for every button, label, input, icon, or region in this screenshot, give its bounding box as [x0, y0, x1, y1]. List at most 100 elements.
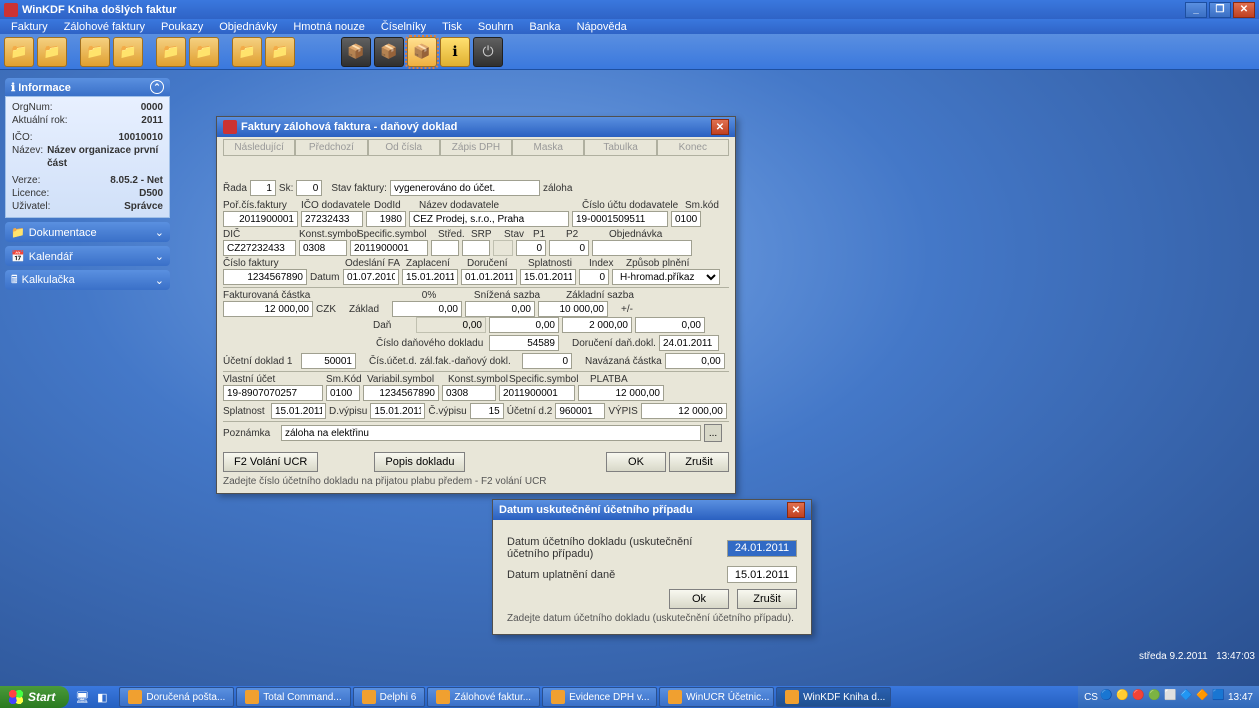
zaplaceni-input[interactable]	[402, 269, 458, 285]
tray-icon-6[interactable]: 🔷	[1180, 690, 1194, 704]
tray-icon-1[interactable]: 🔵	[1100, 690, 1114, 704]
ico-dodavatele-input[interactable]	[301, 211, 363, 227]
sk-input[interactable]	[296, 180, 322, 196]
stred-input[interactable]	[431, 240, 459, 256]
datum-zrusit-button[interactable]: Zrušit	[737, 589, 797, 609]
index-input[interactable]	[579, 269, 609, 285]
tool-btn-box-1[interactable]: 📦	[341, 37, 371, 67]
tool-btn-4[interactable]: 📁	[113, 37, 143, 67]
odeslani-input[interactable]	[343, 269, 399, 285]
tool-btn-power[interactable]: ⏻	[473, 37, 503, 67]
poznamka-input[interactable]	[281, 425, 701, 441]
stav-faktury-input[interactable]	[390, 180, 540, 196]
tool-btn-6[interactable]: 📁	[189, 37, 219, 67]
splatnost-input[interactable]	[520, 269, 576, 285]
por-cislo-input[interactable]	[223, 211, 298, 227]
doruceni-input[interactable]	[461, 269, 517, 285]
datum-uplatneni-dane-input[interactable]	[727, 566, 797, 583]
tool-btn-box-3[interactable]: 📦	[407, 37, 437, 67]
task-delphi[interactable]: Delphi 6	[353, 687, 426, 707]
dan-1[interactable]	[489, 317, 559, 333]
menu-souhrn[interactable]: Souhrn	[470, 21, 521, 33]
p2-input[interactable]	[549, 240, 589, 256]
zpusob-plneni-select[interactable]: H-hromad.příkaz	[612, 269, 720, 285]
minimize-button[interactable]: _	[1185, 2, 1207, 18]
tab-zapis-dph[interactable]: Zápis DPH	[440, 139, 512, 156]
tool-btn-8[interactable]: 📁	[265, 37, 295, 67]
menu-zalohove[interactable]: Zálohové faktury	[56, 21, 153, 33]
lang-indicator[interactable]: CS	[1084, 692, 1098, 703]
menu-objednavky[interactable]: Objednávky	[211, 21, 285, 33]
zaklad-2[interactable]	[538, 301, 608, 317]
menu-banka[interactable]: Banka	[521, 21, 568, 33]
sidebar-info-header[interactable]: ℹ Informace ⌃	[5, 78, 170, 96]
srp-input[interactable]	[462, 240, 490, 256]
doruceni-dan-dokl-input[interactable]	[659, 335, 719, 351]
fakturovana-input[interactable]	[223, 301, 313, 317]
tab-predchozi[interactable]: Předchozí	[295, 139, 367, 156]
tool-btn-box-2[interactable]: 📦	[374, 37, 404, 67]
task-dorucena-posta[interactable]: Doručená pošta...	[119, 687, 234, 707]
tool-btn-2[interactable]: 📁	[37, 37, 67, 67]
konst-symbol-input[interactable]	[299, 240, 347, 256]
menu-faktury[interactable]: Faktury	[3, 21, 56, 33]
menu-hmotna[interactable]: Hmotná nouze	[285, 21, 373, 33]
sidebar-kalkulacka[interactable]: 🖩Kalkulačka ⌄	[5, 270, 170, 290]
vypis-input[interactable]	[641, 403, 727, 419]
rada-input[interactable]	[250, 180, 276, 196]
vlastni-ucet-input[interactable]	[223, 385, 323, 401]
menu-napoveda[interactable]: Nápověda	[569, 21, 635, 33]
variabil-symbol-input[interactable]	[363, 385, 439, 401]
menu-tisk[interactable]: Tisk	[434, 21, 470, 33]
poznamka-expand-button[interactable]: ...	[704, 424, 722, 442]
task-total-commander[interactable]: Total Command...	[236, 687, 350, 707]
tool-btn-7[interactable]: 📁	[232, 37, 262, 67]
tray-clock[interactable]: 13:47	[1228, 692, 1253, 703]
smkod2-input[interactable]	[326, 385, 360, 401]
tray-icon-4[interactable]: 🟢	[1148, 690, 1162, 704]
dialog-datum-close-button[interactable]: ✕	[787, 502, 805, 518]
p1-input[interactable]	[516, 240, 546, 256]
tab-maska[interactable]: Maska	[512, 139, 584, 156]
tab-nasledujici[interactable]: Následující	[223, 139, 295, 156]
dialog-datum-title-bar[interactable]: Datum uskutečnění účetního případu ✕	[493, 500, 811, 520]
tab-od-cisla[interactable]: Od čísla	[368, 139, 440, 156]
sidebar-dokumentace[interactable]: 📁Dokumentace ⌄	[5, 222, 170, 242]
datum-ok-button[interactable]: Ok	[669, 589, 729, 609]
tool-btn-info[interactable]: ℹ	[440, 37, 470, 67]
objednavka-input[interactable]	[592, 240, 692, 256]
tool-btn-3[interactable]: 📁	[80, 37, 110, 67]
menu-poukazy[interactable]: Poukazy	[153, 21, 211, 33]
cislo-uctu-input[interactable]	[572, 211, 668, 227]
cislo-dan-dokladu-input[interactable]	[489, 335, 559, 351]
c-vypisu-input[interactable]	[470, 403, 504, 419]
d-vypisu-input[interactable]	[370, 403, 425, 419]
navazana-castka-input[interactable]	[665, 353, 725, 369]
specific-symbol-input[interactable]	[350, 240, 428, 256]
tool-btn-1[interactable]: 📁	[4, 37, 34, 67]
tray-icon-8[interactable]: 🟦	[1212, 690, 1226, 704]
zaklad-0[interactable]	[392, 301, 462, 317]
ucetni-d2-input[interactable]	[555, 403, 605, 419]
tool-btn-5[interactable]: 📁	[156, 37, 186, 67]
dic-input[interactable]	[223, 240, 296, 256]
task-winucr[interactable]: WinUCR Účetnic...	[659, 687, 774, 707]
tray-icon-5[interactable]: ⬜	[1164, 690, 1178, 704]
tab-konec[interactable]: Konec	[657, 139, 729, 156]
task-evidence-dph[interactable]: Evidence DPH v...	[542, 687, 657, 707]
task-zalohove[interactable]: Zálohové faktur...	[427, 687, 540, 707]
ucetni-doklad-1-input[interactable]	[301, 353, 356, 369]
ok-button[interactable]: OK	[606, 452, 666, 472]
task-winkdf[interactable]: WinKDF Kniha d...	[776, 687, 891, 707]
cislo-faktury-input[interactable]	[223, 269, 307, 285]
platba-input[interactable]	[578, 385, 664, 401]
dialog-close-button[interactable]: ✕	[711, 119, 729, 135]
popis-dokladu-button[interactable]: Popis dokladu	[374, 452, 465, 472]
nazev-dodavatele-input[interactable]	[409, 211, 569, 227]
specific-symbol2-input[interactable]	[499, 385, 575, 401]
tray-icon-2[interactable]: 🟡	[1116, 690, 1130, 704]
tray-icon-7[interactable]: 🔶	[1196, 690, 1210, 704]
tray-icon-3[interactable]: 🔴	[1132, 690, 1146, 704]
restore-button[interactable]: ❐	[1209, 2, 1231, 18]
tab-tabulka[interactable]: Tabulka	[584, 139, 656, 156]
